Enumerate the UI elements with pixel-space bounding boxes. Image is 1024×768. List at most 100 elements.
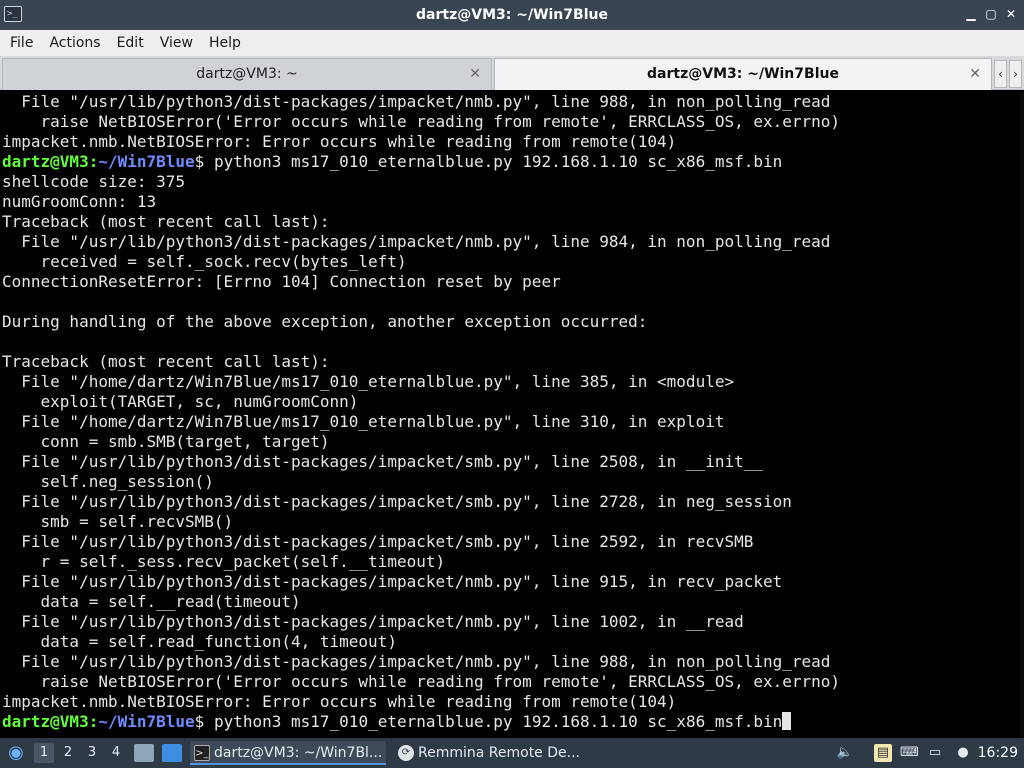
output-text: raise NetBIOSError('Error occurs while r…: [2, 672, 841, 691]
terminal-prompt-line: dartz@VM3:~/Win7Blue$ python3 ms17_010_e…: [0, 152, 1024, 172]
terminal-line: File "/home/dartz/Win7Blue/ms17_010_eter…: [0, 412, 1024, 432]
terminal-line: data = self.read_function(4, timeout): [0, 632, 1024, 652]
tab-scroll-left-icon[interactable]: ‹: [994, 60, 1007, 88]
terminal-scrollbar[interactable]: [1020, 92, 1024, 738]
prompt-user-host: dartz@VM3: [2, 152, 89, 171]
output-text: received = self._sock.recv(bytes_left): [2, 252, 407, 271]
tab-scroll-right-icon[interactable]: ›: [1009, 60, 1022, 88]
menu-view[interactable]: View: [152, 30, 201, 56]
workspace-4[interactable]: 4: [106, 743, 126, 763]
prompt-symbol: $: [194, 712, 205, 731]
output-text: conn = smb.SMB(target, target): [2, 432, 330, 451]
output-text: File "/home/dartz/Win7Blue/ms17_010_eter…: [2, 412, 725, 431]
output-text: impacket.nmb.NetBIOSError: Error occurs …: [2, 132, 677, 151]
output-text: File "/usr/lib/python3/dist-packages/imp…: [2, 612, 744, 631]
keyboard-icon[interactable]: ⌨: [900, 744, 919, 762]
terminal-line: smb = self.recvSMB(): [0, 512, 1024, 532]
terminal-line: r = self._sess.recv_packet(self.__timeou…: [0, 552, 1024, 572]
terminal-line: exploit(TARGET, sc, numGroomConn): [0, 392, 1024, 412]
terminal-line: data = self.__read(timeout): [0, 592, 1024, 612]
terminal-line: self.neg_session(): [0, 472, 1024, 492]
output-text: impacket.nmb.NetBIOSError: Error occurs …: [2, 692, 677, 711]
terminal-line: impacket.nmb.NetBIOSError: Error occurs …: [0, 692, 1024, 712]
output-text: File "/usr/lib/python3/dist-packages/imp…: [2, 492, 792, 511]
output-text: numGroomConn: 13: [2, 192, 157, 211]
terminal-line: During handling of the above exception, …: [0, 312, 1024, 332]
volume-icon[interactable]: 🔈: [836, 744, 854, 762]
terminal-line: shellcode size: 375: [0, 172, 1024, 192]
terminal-icon: >_: [194, 745, 210, 761]
task-label: dartz@VM3: ~/Win7Bl...: [214, 745, 383, 761]
output-text: Traceback (most recent call last):: [2, 352, 330, 371]
task-remmina[interactable]: ⟳ Remmina Remote De...: [394, 741, 584, 765]
tab-label: dartz@VM3: ~/Win7Blue: [647, 66, 839, 82]
prompt-symbol: $: [194, 152, 205, 171]
output-text: r = self._sess.recv_packet(self.__timeou…: [2, 552, 446, 571]
terminal-line: File "/usr/lib/python3/dist-packages/imp…: [0, 532, 1024, 552]
terminal-line: File "/usr/lib/python3/dist-packages/imp…: [0, 452, 1024, 472]
output-text: raise NetBIOSError('Error occurs while r…: [2, 112, 841, 131]
terminal-line: File "/usr/lib/python3/dist-packages/imp…: [0, 92, 1024, 112]
terminal-line: File "/home/dartz/Win7Blue/ms17_010_eter…: [0, 372, 1024, 392]
terminal-line: File "/usr/lib/python3/dist-packages/imp…: [0, 612, 1024, 632]
window-titlebar[interactable]: >_ dartz@VM3: ~/Win7Blue ▁ ▢ ✕: [0, 0, 1024, 30]
workspace-1[interactable]: 1: [34, 743, 54, 763]
menu-actions[interactable]: Actions: [41, 30, 108, 56]
output-text: File "/usr/lib/python3/dist-packages/imp…: [2, 92, 831, 111]
output-text: File "/usr/lib/python3/dist-packages/imp…: [2, 652, 831, 671]
output-text: shellcode size: 375: [2, 172, 186, 191]
menu-help[interactable]: Help: [201, 30, 249, 56]
window-title: dartz@VM3: ~/Win7Blue: [416, 7, 608, 23]
output-text: data = self.read_function(4, timeout): [2, 632, 397, 651]
tab-label: dartz@VM3: ~: [196, 66, 298, 82]
terminal-line: raise NetBIOSError('Error occurs while r…: [0, 672, 1024, 692]
tab-home[interactable]: dartz@VM3: ~ ✕: [2, 58, 492, 90]
terminal-line: impacket.nmb.NetBIOSError: Error occurs …: [0, 132, 1024, 152]
output-text: Traceback (most recent call last):: [2, 212, 330, 231]
close-icon[interactable]: ✕: [1004, 6, 1018, 22]
show-desktop-icon[interactable]: [162, 744, 182, 762]
tab-bar: dartz@VM3: ~ ✕ dartz@VM3: ~/Win7Blue ✕: [0, 56, 1024, 90]
text-cursor: [782, 712, 792, 730]
close-tab-icon[interactable]: ✕: [969, 59, 981, 89]
display-icon[interactable]: ▭: [926, 744, 944, 762]
output-text: data = self.__read(timeout): [2, 592, 301, 611]
prompt-separator: :: [88, 152, 99, 171]
menu-bar: File Actions Edit View Help: [0, 30, 1024, 56]
file-manager-icon[interactable]: [134, 744, 154, 762]
terminal-line: Traceback (most recent call last):: [0, 352, 1024, 372]
workspace-2[interactable]: 2: [58, 743, 78, 763]
terminal-line: Traceback (most recent call last):: [0, 212, 1024, 232]
output-text: File "/usr/lib/python3/dist-packages/imp…: [2, 452, 763, 471]
terminal-line: File "/usr/lib/python3/dist-packages/imp…: [0, 232, 1024, 252]
task-terminal[interactable]: >_ dartz@VM3: ~/Win7Bl...: [190, 741, 386, 765]
command-text: python3 ms17_010_eternalblue.py 192.168.…: [204, 712, 783, 731]
menu-edit[interactable]: Edit: [109, 30, 152, 56]
minimize-icon[interactable]: ▁: [964, 6, 978, 22]
output-text: smb = self.recvSMB(): [2, 512, 234, 531]
start-menu-icon[interactable]: ◉: [4, 742, 28, 764]
taskbar: ◉ 1 2 3 4 >_ dartz@VM3: ~/Win7Bl... ⟳ Re…: [0, 738, 1024, 768]
network-icon[interactable]: ●: [954, 744, 972, 762]
close-tab-icon[interactable]: ✕: [469, 59, 481, 89]
maximize-icon[interactable]: ▢: [984, 6, 998, 22]
prompt-user-host: dartz@VM3: [2, 712, 89, 731]
terminal-output[interactable]: File "/usr/lib/python3/dist-packages/imp…: [0, 92, 1024, 738]
output-text: During handling of the above exception, …: [2, 312, 648, 331]
terminal-line: File "/usr/lib/python3/dist-packages/imp…: [0, 652, 1024, 672]
terminal-line: received = self._sock.recv(bytes_left): [0, 252, 1024, 272]
workspace-3[interactable]: 3: [82, 743, 102, 763]
output-text: ConnectionResetError: [Errno 104] Connec…: [2, 272, 561, 291]
clipboard-icon[interactable]: ▤: [874, 744, 892, 762]
output-text: File "/usr/lib/python3/dist-packages/imp…: [2, 232, 831, 251]
task-label: Remmina Remote De...: [418, 745, 580, 761]
output-text: exploit(TARGET, sc, numGroomConn): [2, 392, 359, 411]
output-text: File "/usr/lib/python3/dist-packages/imp…: [2, 532, 754, 551]
terminal-line: conn = smb.SMB(target, target): [0, 432, 1024, 452]
command-text: python3 ms17_010_eternalblue.py 192.168.…: [204, 152, 783, 171]
terminal-line: File "/usr/lib/python3/dist-packages/imp…: [0, 572, 1024, 592]
menu-file[interactable]: File: [2, 30, 41, 56]
output-text: File "/home/dartz/Win7Blue/ms17_010_eter…: [2, 372, 735, 391]
tab-win7blue[interactable]: dartz@VM3: ~/Win7Blue ✕: [494, 58, 992, 90]
